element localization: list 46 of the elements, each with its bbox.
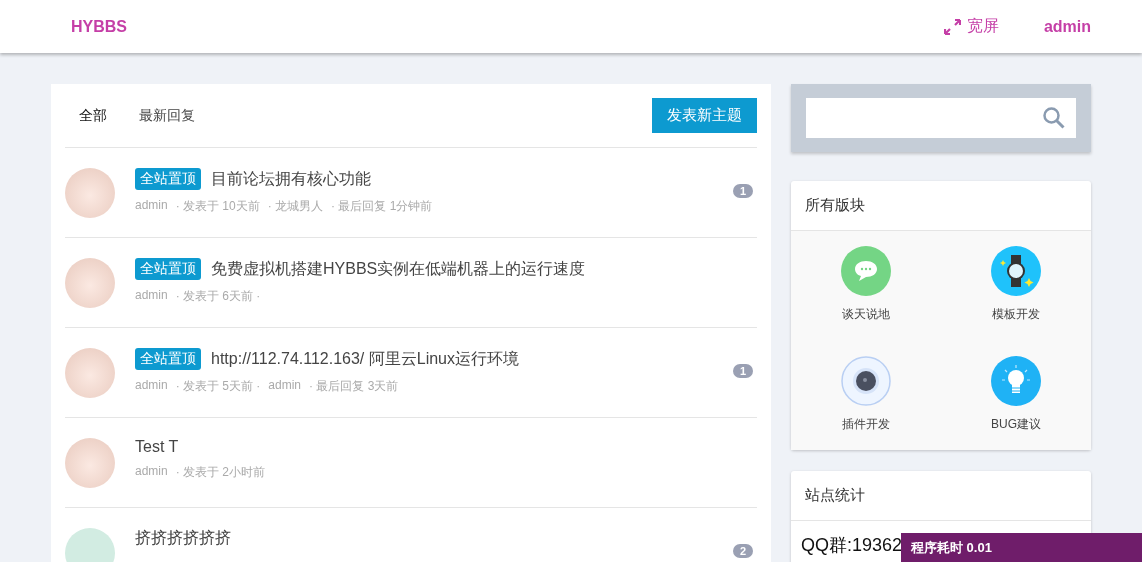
pinned-badge: 全站置顶 xyxy=(135,348,201,370)
site-logo[interactable]: HYBBS xyxy=(71,17,127,36)
thread-meta: admin xyxy=(135,198,168,214)
search-icon[interactable] xyxy=(1042,106,1066,130)
avatar-image[interactable] xyxy=(65,438,115,488)
light-bulb-icon xyxy=(991,356,1041,406)
pinned-badge: 全站置顶 xyxy=(135,258,201,280)
thread-meta: admin xyxy=(268,378,302,394)
qq-group-text: QQ群:19362 xyxy=(801,535,903,555)
thread-meta: admin xyxy=(135,378,168,394)
panel-title: 站点统计 xyxy=(791,471,1091,521)
thread-meta: · 发表于 10天前 xyxy=(175,198,260,215)
watch-icon xyxy=(991,246,1041,296)
filter-tab[interactable]: 全部 xyxy=(65,102,121,129)
thread-title[interactable]: Test T xyxy=(135,438,179,456)
thread-meta: admin xyxy=(135,288,168,304)
camera-lens-icon xyxy=(841,356,891,406)
thread-meta: · 最后回复 1分钟前 xyxy=(331,198,433,215)
widescreen-link[interactable]: 宽屏 xyxy=(943,16,999,37)
avatar-image[interactable] xyxy=(65,258,115,308)
thread-title[interactable]: 目前论坛拥有核心功能 xyxy=(211,168,371,190)
user-menu[interactable]: admin xyxy=(1043,17,1091,36)
debug-bar: 程序耗时 0.01 xyxy=(901,533,1142,562)
search-field[interactable] xyxy=(806,98,1076,138)
avatar-image[interactable] xyxy=(65,348,115,398)
forum-link[interactable]: 模板开发 xyxy=(992,306,1040,323)
thread-meta: · 发表于 6天前 · xyxy=(175,288,261,305)
reply-count: 2 xyxy=(732,544,753,558)
thread-meta: · 龙城男人 xyxy=(267,198,324,215)
avatar-image[interactable] xyxy=(65,168,115,218)
forum-link[interactable]: 插件开发 xyxy=(842,416,890,433)
thread-meta: admin xyxy=(135,464,168,480)
forum-link[interactable]: BUG建议 xyxy=(991,416,1041,433)
chat-bubble-icon xyxy=(841,246,891,296)
thread-meta: · 发表于 2小时前 xyxy=(175,464,266,481)
reply-count: 1 xyxy=(732,184,753,198)
thread-title[interactable]: 免费虚拟机搭建HYBBS实例在低端机器上的运行速度 xyxy=(211,258,586,280)
forum-link[interactable]: 谈天说地 xyxy=(842,306,890,323)
expand-icon xyxy=(943,18,961,35)
reply-count: 1 xyxy=(732,364,753,378)
pinned-badge: 全站置顶 xyxy=(135,168,201,190)
thread-meta: · 最后回复 3天前 xyxy=(309,378,399,395)
thread-title[interactable]: http://112.74.112.163/ 阿里云Linux运行环境 xyxy=(211,348,519,370)
thread-meta: · 发表于 5天前 · xyxy=(175,378,261,395)
thread-title[interactable]: 挤挤挤挤挤挤 xyxy=(135,528,231,549)
filter-tab[interactable]: 最新回复 xyxy=(125,102,209,129)
